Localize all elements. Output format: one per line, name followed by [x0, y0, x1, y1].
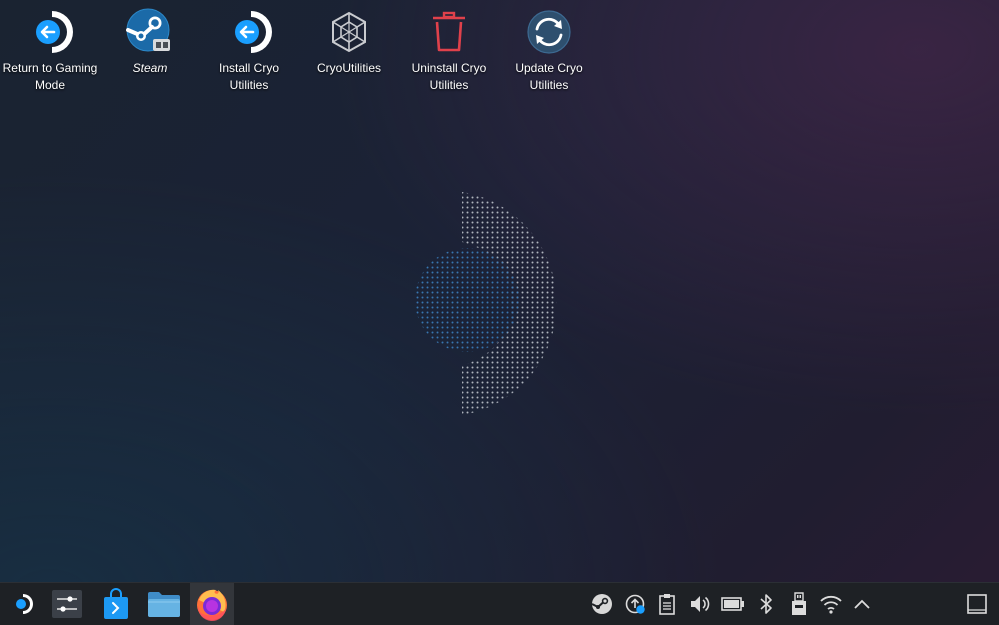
- chevron-up-icon: [854, 599, 870, 609]
- firefox-icon: [197, 589, 227, 622]
- steamdeck-return-icon: [36, 11, 73, 53]
- tray-volume[interactable]: [685, 583, 715, 625]
- bluetooth-icon: [760, 594, 772, 614]
- desktop-icon-label: Update Cryo Utilities: [515, 61, 583, 92]
- clipboard-icon: [659, 594, 675, 615]
- show-desktop-icon: [967, 594, 987, 614]
- tray-battery[interactable]: [718, 583, 748, 625]
- store-bag-icon: [104, 588, 128, 619]
- tray-clipboard[interactable]: [652, 583, 682, 625]
- battery-icon: [721, 597, 744, 611]
- wifi-icon: [820, 595, 842, 614]
- desktop-icon-label: CryoUtilities: [316, 61, 381, 75]
- tray-steam[interactable]: [587, 583, 617, 625]
- firefox-button[interactable]: [190, 583, 234, 625]
- tray-bluetooth[interactable]: [751, 583, 781, 625]
- desktop-icon-update-cryo-utilities[interactable]: Update Cryo Utilities: [499, 8, 599, 94]
- desktop-icon-cryoutilities[interactable]: CryoUtilities: [299, 8, 399, 77]
- desktop: Return to Gaming Mode Steam Install Cryo…: [0, 0, 999, 582]
- show-desktop-button[interactable]: [962, 583, 992, 625]
- steamdeck-wallpaper-logo: [415, 192, 557, 415]
- tray-show-hidden[interactable]: [847, 583, 877, 625]
- desktop-icon-label: Install Cryo Utilities: [218, 61, 280, 92]
- system-settings-button[interactable]: [45, 583, 89, 625]
- steamdeck-menu-icon: [16, 594, 33, 614]
- hexagon-network-icon: [332, 11, 366, 53]
- tray-network[interactable]: [816, 583, 846, 625]
- taskbar: [0, 582, 999, 625]
- folder-icon: [148, 592, 180, 617]
- discover-button[interactable]: [94, 583, 138, 625]
- steamdeck-install-icon: [235, 11, 272, 53]
- steam-icon: [126, 8, 170, 52]
- desktop-icon-steam[interactable]: Steam: [100, 8, 200, 77]
- sliders-icon: [52, 590, 82, 618]
- trash-icon: [433, 11, 465, 52]
- desktop-icon-install-cryo-utilities[interactable]: Install Cryo Utilities: [199, 8, 299, 94]
- desktop-icon-return-to-gaming-mode[interactable]: Return to Gaming Mode: [0, 8, 100, 94]
- desktop-icon-label: Return to Gaming Mode: [2, 61, 98, 92]
- steam-tray-icon: [591, 594, 612, 614]
- update-notifier-icon: [625, 594, 645, 614]
- dolphin-file-manager-button[interactable]: [142, 583, 186, 625]
- tray-storage[interactable]: [784, 583, 814, 625]
- desktop-icon-label: Steam: [132, 61, 168, 75]
- desktop-icon-uninstall-cryo-utilities[interactable]: Uninstall Cryo Utilities: [399, 8, 499, 94]
- refresh-icon: [527, 10, 571, 54]
- application-launcher-button[interactable]: [0, 583, 44, 625]
- sd-card-icon: [792, 592, 806, 615]
- speaker-icon: [691, 596, 710, 612]
- tray-updates[interactable]: [620, 583, 650, 625]
- desktop-icon-label: Uninstall Cryo Utilities: [411, 61, 487, 92]
